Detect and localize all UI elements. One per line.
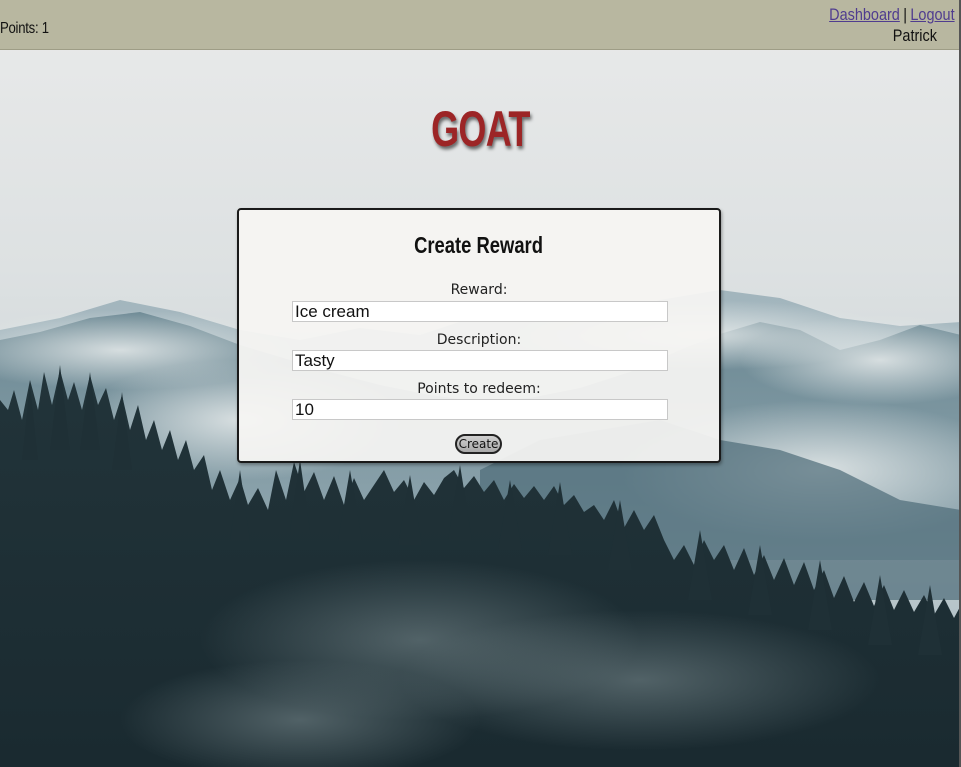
dashboard-link[interactable]: Dashboard <box>830 5 901 24</box>
create-reward-card: Create Reward Reward: Description: Point… <box>237 208 721 463</box>
nav-separator: | <box>903 5 908 24</box>
username: Patrick <box>892 26 937 45</box>
points-to-redeem-input[interactable] <box>292 399 668 420</box>
logout-link[interactable]: Logout <box>911 5 955 24</box>
points-to-redeem-label: Points to redeem: <box>417 381 541 397</box>
description-input[interactable] <box>292 350 668 371</box>
create-button[interactable]: Create <box>455 434 502 454</box>
points-counter: Points: 1 <box>0 20 49 37</box>
logo: GOAT <box>0 100 961 158</box>
card-title: Create Reward <box>239 232 719 259</box>
card-title-text: Create Reward <box>414 232 544 258</box>
logo-text: GOAT <box>431 101 530 157</box>
reward-input[interactable] <box>292 301 668 322</box>
top-bar: Points: 1 Dashboard | Logout Patrick <box>0 0 959 50</box>
reward-label: Reward: <box>450 282 508 298</box>
top-nav: Dashboard | Logout <box>830 5 955 25</box>
description-label: Description: <box>436 332 522 348</box>
